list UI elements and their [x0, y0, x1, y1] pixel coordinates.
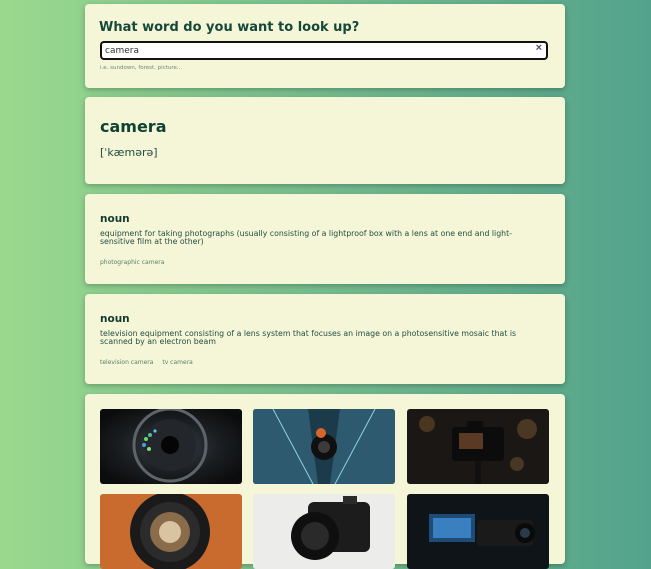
- synonym-link[interactable]: television camera: [100, 359, 153, 366]
- search-title: What word do you want to look up?: [99, 20, 360, 35]
- word-title: camera: [100, 117, 167, 136]
- word-card: camera [ˈkæmərə]: [85, 97, 565, 184]
- photo-image: [407, 494, 549, 569]
- photo-image: [253, 494, 395, 569]
- search-card: What word do you want to look up? × i.e.…: [85, 4, 565, 88]
- part-of-speech: noun: [100, 313, 130, 325]
- photo-video-camera[interactable]: [407, 494, 549, 569]
- photo-dslr-white[interactable]: [253, 494, 395, 569]
- definition: equipment for taking photographs (usuall…: [100, 229, 512, 246]
- photo-image: [100, 409, 242, 484]
- photo-camera-escalator[interactable]: [253, 409, 395, 484]
- synonyms-list: television camera tv camera: [100, 359, 200, 366]
- search-hint: i.e. sundown, forest, picture...: [100, 65, 183, 71]
- search-box[interactable]: ×: [100, 41, 548, 60]
- part-of-speech: noun: [100, 213, 130, 225]
- photo-image: [100, 494, 242, 569]
- photo-gallery: [85, 394, 565, 569]
- search-input[interactable]: [105, 43, 525, 58]
- photo-camera-tripod[interactable]: [407, 409, 549, 484]
- phonetic: [ˈkæmərə]: [100, 146, 158, 159]
- synonym-link[interactable]: photographic camera: [100, 259, 164, 266]
- photo-image: [253, 409, 395, 484]
- definition: television equipment consisting of a len…: [100, 329, 517, 346]
- synonym-link[interactable]: tv camera: [162, 359, 192, 366]
- clear-icon[interactable]: ×: [536, 42, 542, 54]
- photo-lens-front[interactable]: [100, 494, 242, 569]
- meaning-card: noun television equipment consisting of …: [85, 294, 565, 384]
- meaning-card: noun equipment for taking photographs (u…: [85, 194, 565, 284]
- photo-lens-aperture[interactable]: [100, 409, 242, 484]
- photo-image: [407, 409, 549, 484]
- synonyms-list: photographic camera: [100, 259, 171, 266]
